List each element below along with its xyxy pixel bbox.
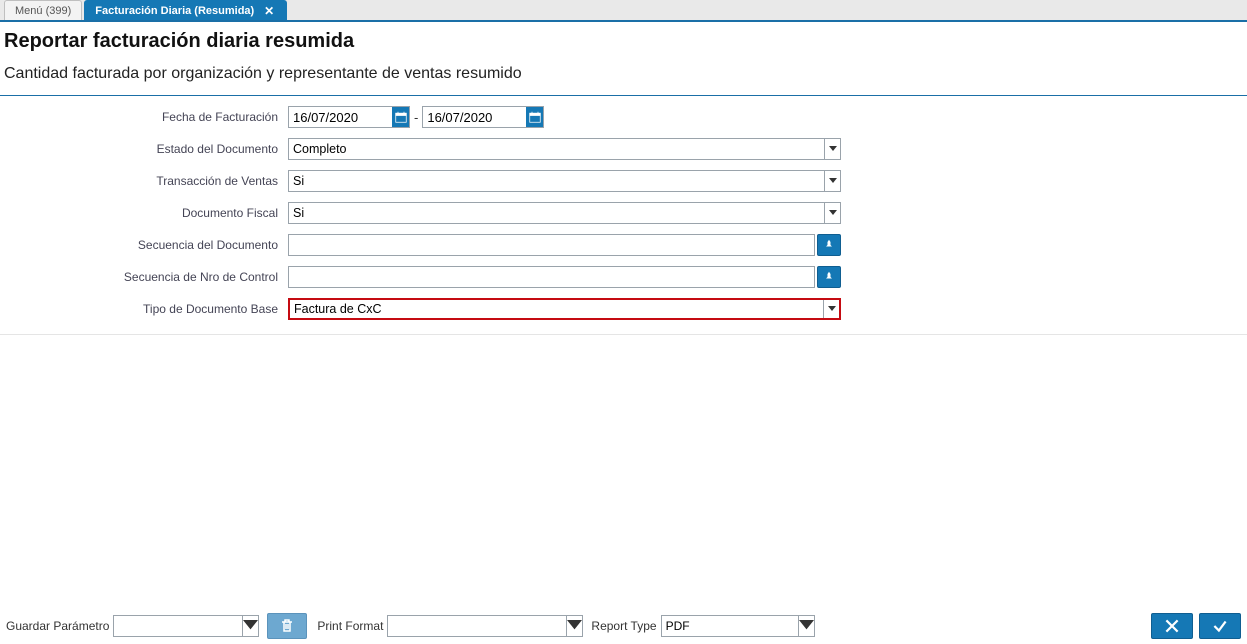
tab-menu-label: Menú (399) <box>15 5 71 17</box>
transaccion-combo[interactable] <box>288 170 841 192</box>
secuencia-ctrl-input[interactable] <box>288 266 815 288</box>
label-transaccion: Transacción de Ventas <box>6 174 288 188</box>
ok-button[interactable] <box>1199 613 1241 639</box>
date-to-input[interactable] <box>423 107 526 127</box>
guardar-input[interactable] <box>114 616 242 636</box>
calendar-icon[interactable] <box>526 107 543 127</box>
tipo-doc-combo[interactable] <box>288 298 841 320</box>
trash-icon <box>279 618 295 634</box>
transaccion-input[interactable] <box>289 171 824 191</box>
pin-icon[interactable] <box>817 234 841 256</box>
secuencia-doc-input[interactable] <box>288 234 815 256</box>
check-icon <box>1211 617 1229 635</box>
report-type-combo[interactable] <box>661 615 815 637</box>
label-fiscal: Documento Fiscal <box>6 206 288 220</box>
label-print-format: Print Format <box>317 619 383 633</box>
label-tipo-doc: Tipo de Documento Base <box>6 302 288 316</box>
date-from-wrapper <box>288 106 410 128</box>
fiscal-input[interactable] <box>289 203 824 223</box>
label-guardar: Guardar Parámetro <box>6 619 109 633</box>
estado-input[interactable] <box>289 139 824 159</box>
footer-bar: Guardar Parámetro Print Format Report Ty… <box>0 608 1247 644</box>
label-secuencia-ctrl: Secuencia de Nro de Control <box>6 270 288 284</box>
report-type-input[interactable] <box>662 616 798 636</box>
chevron-down-icon[interactable] <box>242 616 258 636</box>
label-report-type: Report Type <box>591 619 656 633</box>
chevron-down-icon[interactable] <box>824 139 840 159</box>
tab-bar: Menú (399) Facturación Diaria (Resumida)… <box>0 0 1247 22</box>
calendar-icon[interactable] <box>392 107 409 127</box>
page-title: Reportar facturación diaria resumida <box>0 22 1247 55</box>
tab-active-label: Facturación Diaria (Resumida) <box>95 5 254 17</box>
chevron-down-icon[interactable] <box>798 616 814 636</box>
pin-icon[interactable] <box>817 266 841 288</box>
date-to-wrapper <box>422 106 544 128</box>
x-icon <box>1163 617 1181 635</box>
label-fecha: Fecha de Facturación <box>6 110 288 124</box>
tab-facturacion[interactable]: Facturación Diaria (Resumida) ✕ <box>84 0 287 20</box>
close-icon[interactable]: ✕ <box>262 4 276 18</box>
delete-button[interactable] <box>267 613 307 639</box>
label-secuencia-doc: Secuencia del Documento <box>6 238 288 252</box>
fiscal-combo[interactable] <box>288 202 841 224</box>
guardar-combo[interactable] <box>113 615 259 637</box>
print-format-input[interactable] <box>388 616 566 636</box>
chevron-down-icon[interactable] <box>823 300 839 318</box>
tab-menu[interactable]: Menú (399) <box>4 0 82 20</box>
date-from-input[interactable] <box>289 107 392 127</box>
estado-combo[interactable] <box>288 138 841 160</box>
cancel-button[interactable] <box>1151 613 1193 639</box>
chevron-down-icon[interactable] <box>824 171 840 191</box>
chevron-down-icon[interactable] <box>824 203 840 223</box>
print-format-combo[interactable] <box>387 615 583 637</box>
chevron-down-icon[interactable] <box>566 616 582 636</box>
tipo-doc-input[interactable] <box>290 300 823 318</box>
label-estado: Estado del Documento <box>6 142 288 156</box>
page-subtitle: Cantidad facturada por organización y re… <box>0 55 1247 96</box>
report-params-form: Fecha de Facturación - Estado del Docume… <box>0 96 1247 335</box>
date-range-dash: - <box>410 110 422 125</box>
